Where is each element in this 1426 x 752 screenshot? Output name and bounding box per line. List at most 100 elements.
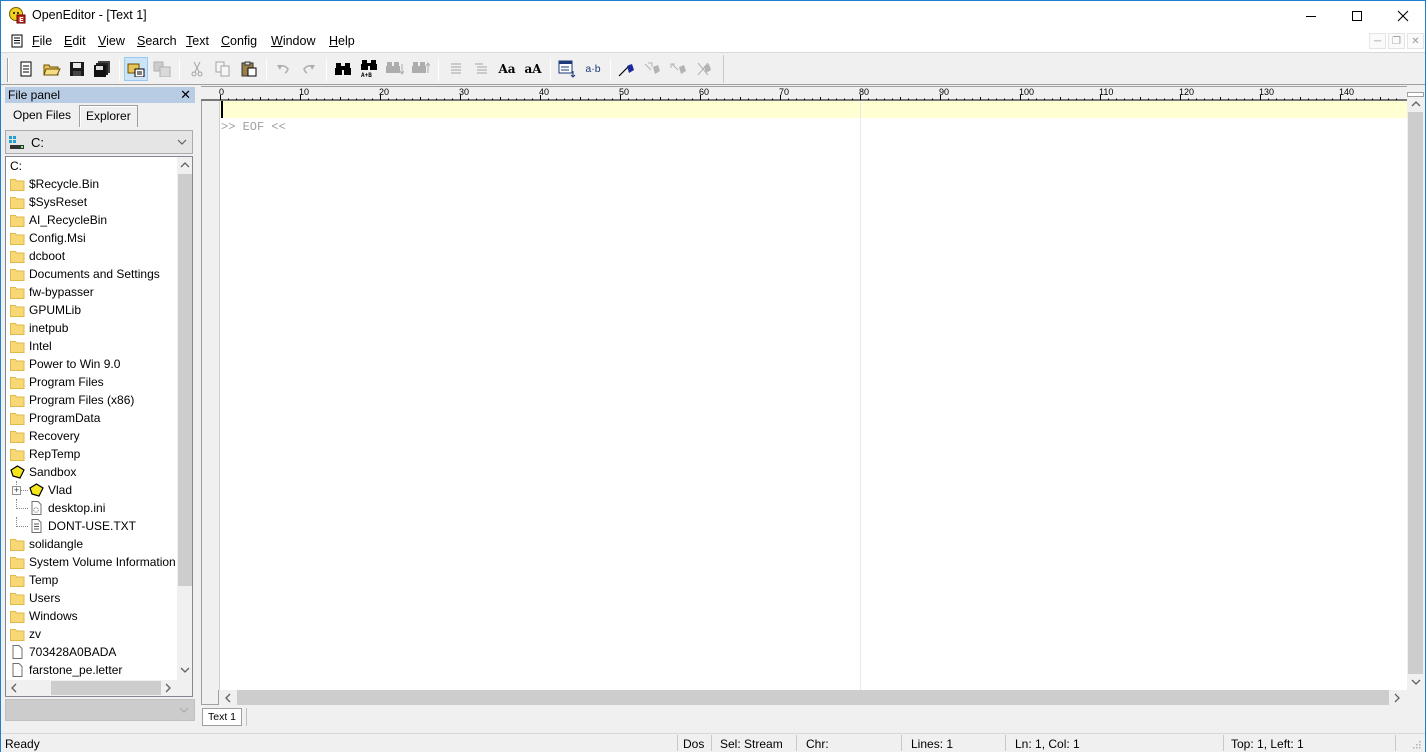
tree-item[interactable]: Recovery xyxy=(6,427,176,445)
menu-config[interactable]: Config xyxy=(221,34,257,48)
tree-item[interactable]: farstone_pe.letter xyxy=(6,661,176,679)
tree-item[interactable]: Users xyxy=(6,589,176,607)
toggle-bookmark-button[interactable] xyxy=(615,57,639,81)
tree-item[interactable]: Program Files (x86) xyxy=(6,391,176,409)
tree-item[interactable]: Documents and Settings xyxy=(6,265,176,283)
find-button[interactable] xyxy=(331,57,355,81)
lowercase-button[interactable]: Aa xyxy=(495,57,519,81)
tree-item[interactable]: RepTemp xyxy=(6,445,176,463)
tree-item[interactable]: dcboot xyxy=(6,247,176,265)
select-block-button[interactable] xyxy=(555,57,579,81)
line-gutter[interactable] xyxy=(201,101,219,690)
split-handle[interactable] xyxy=(1407,92,1424,97)
menu-search[interactable]: Search xyxy=(137,34,177,48)
tree-vertical-scrollbar[interactable] xyxy=(177,157,192,680)
tab-explorer[interactable]: Explorer xyxy=(79,105,138,127)
tree-item[interactable]: AI_RecycleBin xyxy=(6,211,176,229)
scroll-down-icon[interactable] xyxy=(1411,679,1421,686)
scroll-up-icon[interactable] xyxy=(180,161,190,168)
tree-item[interactable]: Intel xyxy=(6,337,176,355)
next-bookmark-button[interactable] xyxy=(641,57,665,81)
scroll-left-icon[interactable] xyxy=(10,683,17,693)
new-button[interactable] xyxy=(14,57,38,81)
tree-item[interactable]: $SysReset xyxy=(6,193,176,211)
compare-button[interactable] xyxy=(150,57,174,81)
editor-vscroll-thumb[interactable] xyxy=(1408,112,1423,674)
document-menu-icon[interactable] xyxy=(10,34,24,48)
mdi-restore-button[interactable]: ❐ xyxy=(1388,33,1405,49)
menu-window[interactable]: Window xyxy=(271,34,315,48)
tree-vscroll-thumb[interactable] xyxy=(178,174,192,586)
tree-connector-line xyxy=(16,499,28,509)
indent-button[interactable] xyxy=(443,57,467,81)
paste-button[interactable] xyxy=(237,57,261,81)
menu-edit[interactable]: Edit xyxy=(64,34,86,48)
tree-item[interactable]: Temp xyxy=(6,571,176,589)
tree-item[interactable]: Power to Win 9.0 xyxy=(6,355,176,373)
tree-item[interactable]: ProgramData xyxy=(6,409,176,427)
editor-size-grip[interactable] xyxy=(1407,690,1424,705)
clear-bookmarks-button[interactable] xyxy=(693,57,717,81)
tree-item[interactable]: System Volume Information xyxy=(6,553,176,571)
tree-item[interactable]: fw-bypasser xyxy=(6,283,176,301)
tree-item[interactable]: Program Files xyxy=(6,373,176,391)
replace-button[interactable]: A+B xyxy=(357,57,381,81)
toolbar-grip[interactable] xyxy=(7,58,9,82)
tree-item[interactable]: GPUMLib xyxy=(6,301,176,319)
mdi-minimize-button[interactable]: ─ xyxy=(1369,33,1386,49)
scroll-up-icon[interactable] xyxy=(1411,100,1421,107)
size-grip-icon[interactable] xyxy=(1411,739,1421,749)
editor-vertical-scrollbar[interactable] xyxy=(1407,92,1424,690)
tree-item[interactable]: 703428A0BADA xyxy=(6,643,176,661)
menu-view[interactable]: View xyxy=(98,34,125,48)
scroll-left-icon[interactable] xyxy=(224,693,231,703)
drive-select[interactable]: C: xyxy=(5,130,193,154)
copy-button[interactable] xyxy=(211,57,235,81)
uppercase-button[interactable]: aA xyxy=(521,57,545,81)
scroll-right-icon[interactable] xyxy=(165,683,172,693)
tree-hscroll-thumb[interactable] xyxy=(51,681,161,695)
previous-bookmark-button[interactable] xyxy=(667,57,691,81)
outdent-button[interactable] xyxy=(469,57,493,81)
tree-item[interactable]: zv xyxy=(6,625,176,643)
tab-open-files[interactable]: Open Files xyxy=(7,105,77,127)
menu-text[interactable]: Text xyxy=(186,34,209,48)
close-button[interactable] xyxy=(1380,1,1426,31)
tree-item[interactable]: Windows xyxy=(6,607,176,625)
find-previous-button[interactable] xyxy=(409,57,433,81)
tree-item[interactable]: desktop.ini xyxy=(6,499,176,517)
tree-item[interactable]: Sandbox xyxy=(6,463,176,481)
tree-item[interactable]: $Recycle.Bin xyxy=(6,175,176,193)
tree-item[interactable]: inetpub xyxy=(6,319,176,337)
maximize-button[interactable] xyxy=(1334,1,1380,31)
cut-button[interactable] xyxy=(185,57,209,81)
tree-item[interactable]: Config.Msi xyxy=(6,229,176,247)
tree-item[interactable]: + Vlad xyxy=(6,481,176,499)
word-wrap-button[interactable]: a·b xyxy=(581,57,605,81)
save-button[interactable] xyxy=(65,57,89,81)
menu-help[interactable]: Help xyxy=(329,34,355,48)
redo-button[interactable] xyxy=(297,57,321,81)
text-editor[interactable]: >> EOF << xyxy=(219,101,1408,690)
tree-item[interactable]: DONT-USE.TXT xyxy=(6,517,176,535)
scroll-down-icon[interactable] xyxy=(180,667,190,674)
find-next-button[interactable] xyxy=(383,57,407,81)
menu-file[interactable]: File xyxy=(32,34,52,48)
tree-horizontal-scrollbar[interactable] xyxy=(6,680,177,696)
minimize-button[interactable] xyxy=(1288,1,1334,31)
mdi-close-button[interactable]: ✕ xyxy=(1407,33,1424,49)
horizontal-split-handle[interactable] xyxy=(201,690,219,705)
undo-button[interactable] xyxy=(271,57,295,81)
file-panel-close-icon[interactable]: ✕ xyxy=(180,87,191,103)
tree-root[interactable]: C: xyxy=(6,157,176,175)
open-button[interactable] xyxy=(40,57,64,81)
editor-horizontal-scrollbar[interactable] xyxy=(219,690,1407,705)
file-filter-select[interactable] xyxy=(5,699,195,721)
save-all-button[interactable] xyxy=(90,57,114,81)
toolbar-separator xyxy=(179,59,180,81)
file-panel-toggle-button[interactable] xyxy=(124,57,148,81)
tree-item[interactable]: solidangle xyxy=(6,535,176,553)
scroll-right-icon[interactable] xyxy=(1394,693,1401,703)
document-tab-text-1[interactable]: Text 1 xyxy=(202,708,242,726)
expand-toggle-icon[interactable]: + xyxy=(12,486,21,495)
